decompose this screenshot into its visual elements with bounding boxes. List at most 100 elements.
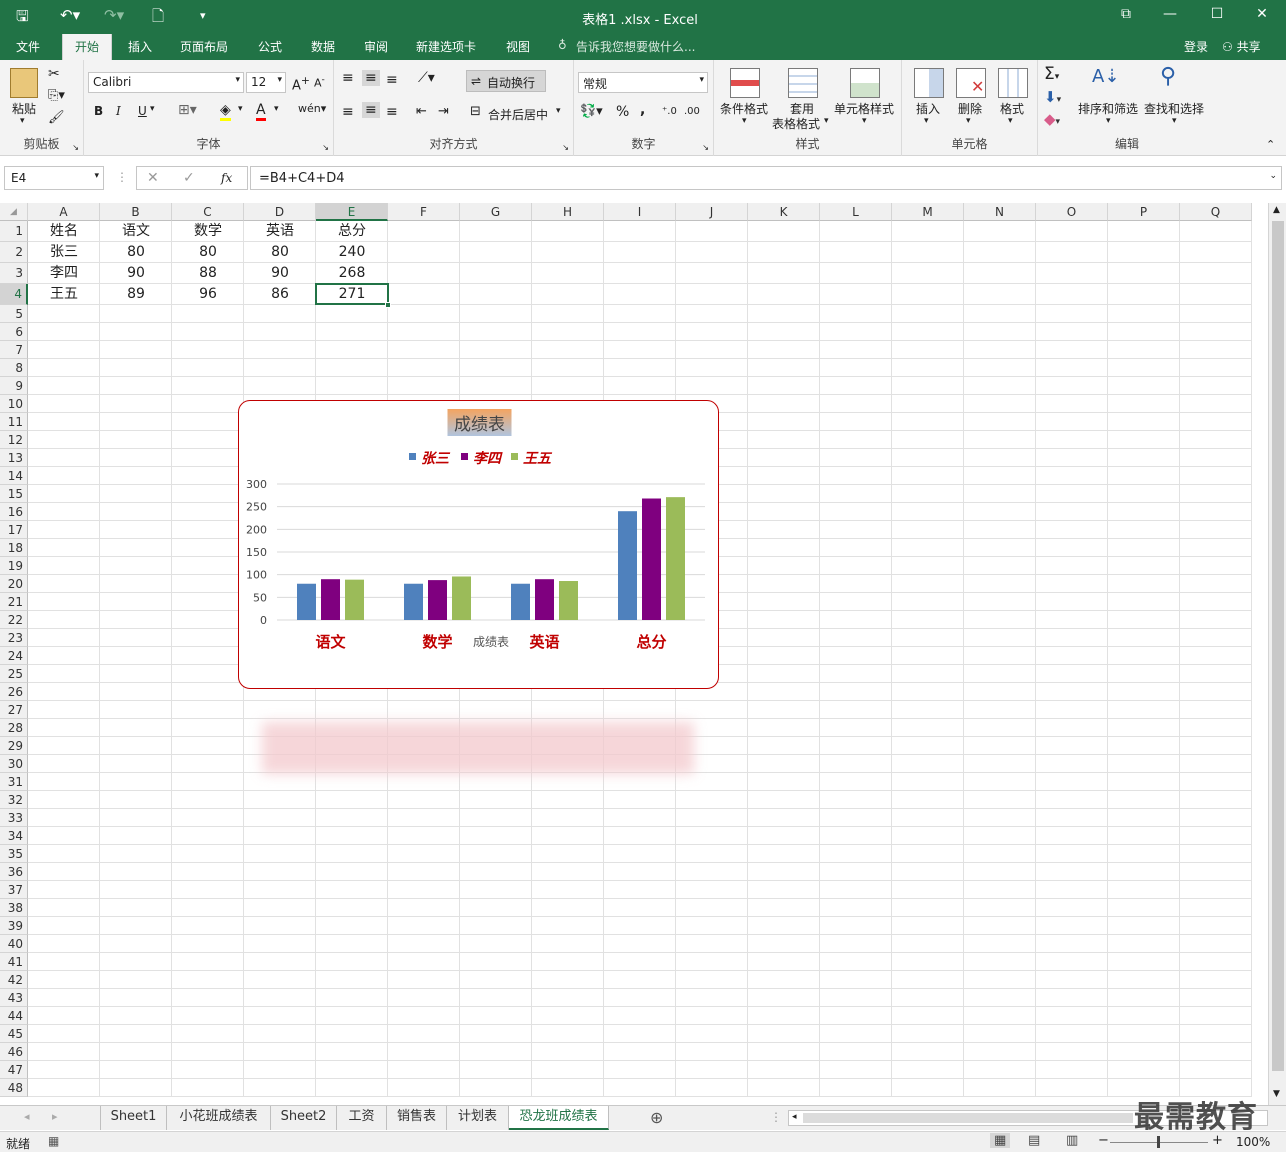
find-select-icon[interactable]: ⚲ <box>1160 64 1176 89</box>
align-top-icon[interactable]: ≡ <box>342 70 354 86</box>
find-dropdown-icon[interactable]: ▾ <box>1172 116 1177 126</box>
sort-filter-icon[interactable]: A⇣ <box>1092 66 1119 87</box>
font-name-select[interactable]: Calibri ▾ <box>88 72 244 93</box>
paste-dropdown-icon[interactable]: ▾ <box>20 116 25 126</box>
tab-home[interactable]: 开始 <box>62 34 113 60</box>
row-header-39[interactable]: 39 <box>0 917 28 935</box>
row-header-24[interactable]: 24 <box>0 647 28 665</box>
row-header-26[interactable]: 26 <box>0 683 28 701</box>
cell-styles-icon[interactable] <box>850 68 880 98</box>
cell-C1[interactable]: 数学 <box>172 221 244 242</box>
table-dropdown-icon[interactable]: ▾ <box>824 116 829 126</box>
add-sheet-icon[interactable]: ⊕ <box>650 1108 663 1127</box>
cell-B2[interactable]: 80 <box>100 242 172 263</box>
delete-cells-icon[interactable]: ✕ <box>956 68 986 98</box>
row-header-15[interactable]: 15 <box>0 485 28 503</box>
row-header-40[interactable]: 40 <box>0 935 28 953</box>
increase-font-icon[interactable]: A+ <box>292 74 310 93</box>
row-header-19[interactable]: 19 <box>0 557 28 575</box>
align-center-icon[interactable]: ≡ <box>362 102 380 118</box>
column-header-D[interactable]: D <box>244 203 316 221</box>
paste-button[interactable]: 粘贴 <box>12 100 36 117</box>
comma-button[interactable]: , <box>640 102 645 118</box>
row-header-29[interactable]: 29 <box>0 737 28 755</box>
row-header-37[interactable]: 37 <box>0 881 28 899</box>
underline-button[interactable]: U <box>138 104 147 118</box>
row-header-9[interactable]: 9 <box>0 377 28 395</box>
sort-filter-button[interactable]: 排序和筛选 <box>1078 100 1138 117</box>
row-header-14[interactable]: 14 <box>0 467 28 485</box>
row-header-3[interactable]: 3 <box>0 263 28 284</box>
cut-icon[interactable]: ✂ <box>48 66 60 82</box>
insert-cells-icon[interactable] <box>914 68 944 98</box>
insert-cells-button[interactable]: 插入 <box>916 100 940 117</box>
row-header-45[interactable]: 45 <box>0 1025 28 1043</box>
row-header-1[interactable]: 1 <box>0 221 28 242</box>
cell-C2[interactable]: 80 <box>172 242 244 263</box>
cell-E2[interactable]: 240 <box>316 242 388 263</box>
percent-button[interactable]: % <box>616 104 629 120</box>
scroll-down-icon[interactable]: ▼ <box>1273 1089 1280 1099</box>
row-header-48[interactable]: 48 <box>0 1079 28 1097</box>
zoom-level[interactable]: 100% <box>1236 1135 1270 1149</box>
row-header-4[interactable]: 4 <box>0 284 28 305</box>
cell-E3[interactable]: 268 <box>316 263 388 284</box>
row-header-34[interactable]: 34 <box>0 827 28 845</box>
tab-formulas[interactable]: 公式 <box>258 38 282 55</box>
row-header-42[interactable]: 42 <box>0 971 28 989</box>
column-header-H[interactable]: H <box>532 203 604 221</box>
close-button[interactable]: ✕ <box>1252 6 1272 22</box>
increase-indent-icon[interactable]: ⇥ <box>438 104 449 119</box>
row-header-33[interactable]: 33 <box>0 809 28 827</box>
sheet-tab-7[interactable]: 恐龙班成绩表 <box>509 1106 609 1130</box>
align-middle-icon[interactable]: ≡ <box>362 70 380 86</box>
sheet-tab-2[interactable]: 小花班成绩表 <box>167 1106 271 1130</box>
cell-C4[interactable]: 96 <box>172 284 244 305</box>
cell-D3[interactable]: 90 <box>244 263 316 284</box>
zoom-out-icon[interactable]: − <box>1098 1133 1109 1148</box>
row-header-47[interactable]: 47 <box>0 1061 28 1079</box>
align-right-icon[interactable]: ≡ <box>386 104 398 120</box>
dialog-launcher-icon[interactable]: ↘ <box>562 143 569 152</box>
macro-record-icon[interactable]: ▦ <box>48 1134 59 1148</box>
scroll-left-icon[interactable]: ◂ <box>792 1112 797 1122</box>
column-header-E[interactable]: E <box>316 203 388 221</box>
format-cells-button[interactable]: 格式 <box>1000 100 1024 117</box>
column-header-P[interactable]: P <box>1108 203 1180 221</box>
row-header-20[interactable]: 20 <box>0 575 28 593</box>
fill-handle[interactable] <box>385 302 391 308</box>
row-header-22[interactable]: 22 <box>0 611 28 629</box>
increase-decimal-icon[interactable]: ⁺.0 <box>662 106 677 117</box>
row-header-23[interactable]: 23 <box>0 629 28 647</box>
row-header-16[interactable]: 16 <box>0 503 28 521</box>
ribbon-display-icon[interactable]: ⧉ <box>1116 6 1136 22</box>
delete-dropdown-icon[interactable]: ▾ <box>966 116 971 126</box>
currency-icon[interactable]: 💱▾ <box>580 104 603 119</box>
cell-styles-button[interactable]: 单元格样式 <box>834 100 894 117</box>
font-color-icon[interactable]: A <box>256 102 266 121</box>
zoom-slider-thumb[interactable] <box>1157 1136 1160 1148</box>
login-link[interactable]: 登录 <box>1184 38 1208 55</box>
h-scroll-thumb[interactable] <box>803 1113 1133 1123</box>
conditional-format-button[interactable]: 条件格式 <box>720 100 768 117</box>
tab-insert[interactable]: 插入 <box>128 38 152 55</box>
row-header-43[interactable]: 43 <box>0 989 28 1007</box>
column-header-M[interactable]: M <box>892 203 964 221</box>
row-header-18[interactable]: 18 <box>0 539 28 557</box>
align-bottom-icon[interactable]: ≡ <box>386 72 398 88</box>
row-header-17[interactable]: 17 <box>0 521 28 539</box>
column-header-Q[interactable]: Q <box>1180 203 1252 221</box>
format-table-icon[interactable] <box>788 68 818 98</box>
border-icon[interactable]: ⊞▾ <box>178 102 197 118</box>
merge-dropdown-icon[interactable]: ▾ <box>556 106 561 116</box>
phonetic-icon[interactable]: wén▾ <box>298 102 326 115</box>
dialog-launcher-icon[interactable]: ↘ <box>322 143 329 152</box>
sheet-tab-4[interactable]: 工资 <box>337 1106 387 1130</box>
column-header-G[interactable]: G <box>460 203 532 221</box>
sheet-tab-1[interactable]: Sheet1 <box>101 1106 167 1130</box>
column-header-K[interactable]: K <box>748 203 820 221</box>
tab-data[interactable]: 数据 <box>311 38 335 55</box>
collapse-ribbon-icon[interactable]: ⌃ <box>1266 138 1275 151</box>
tab-file[interactable]: 文件 <box>16 38 40 55</box>
row-header-46[interactable]: 46 <box>0 1043 28 1061</box>
